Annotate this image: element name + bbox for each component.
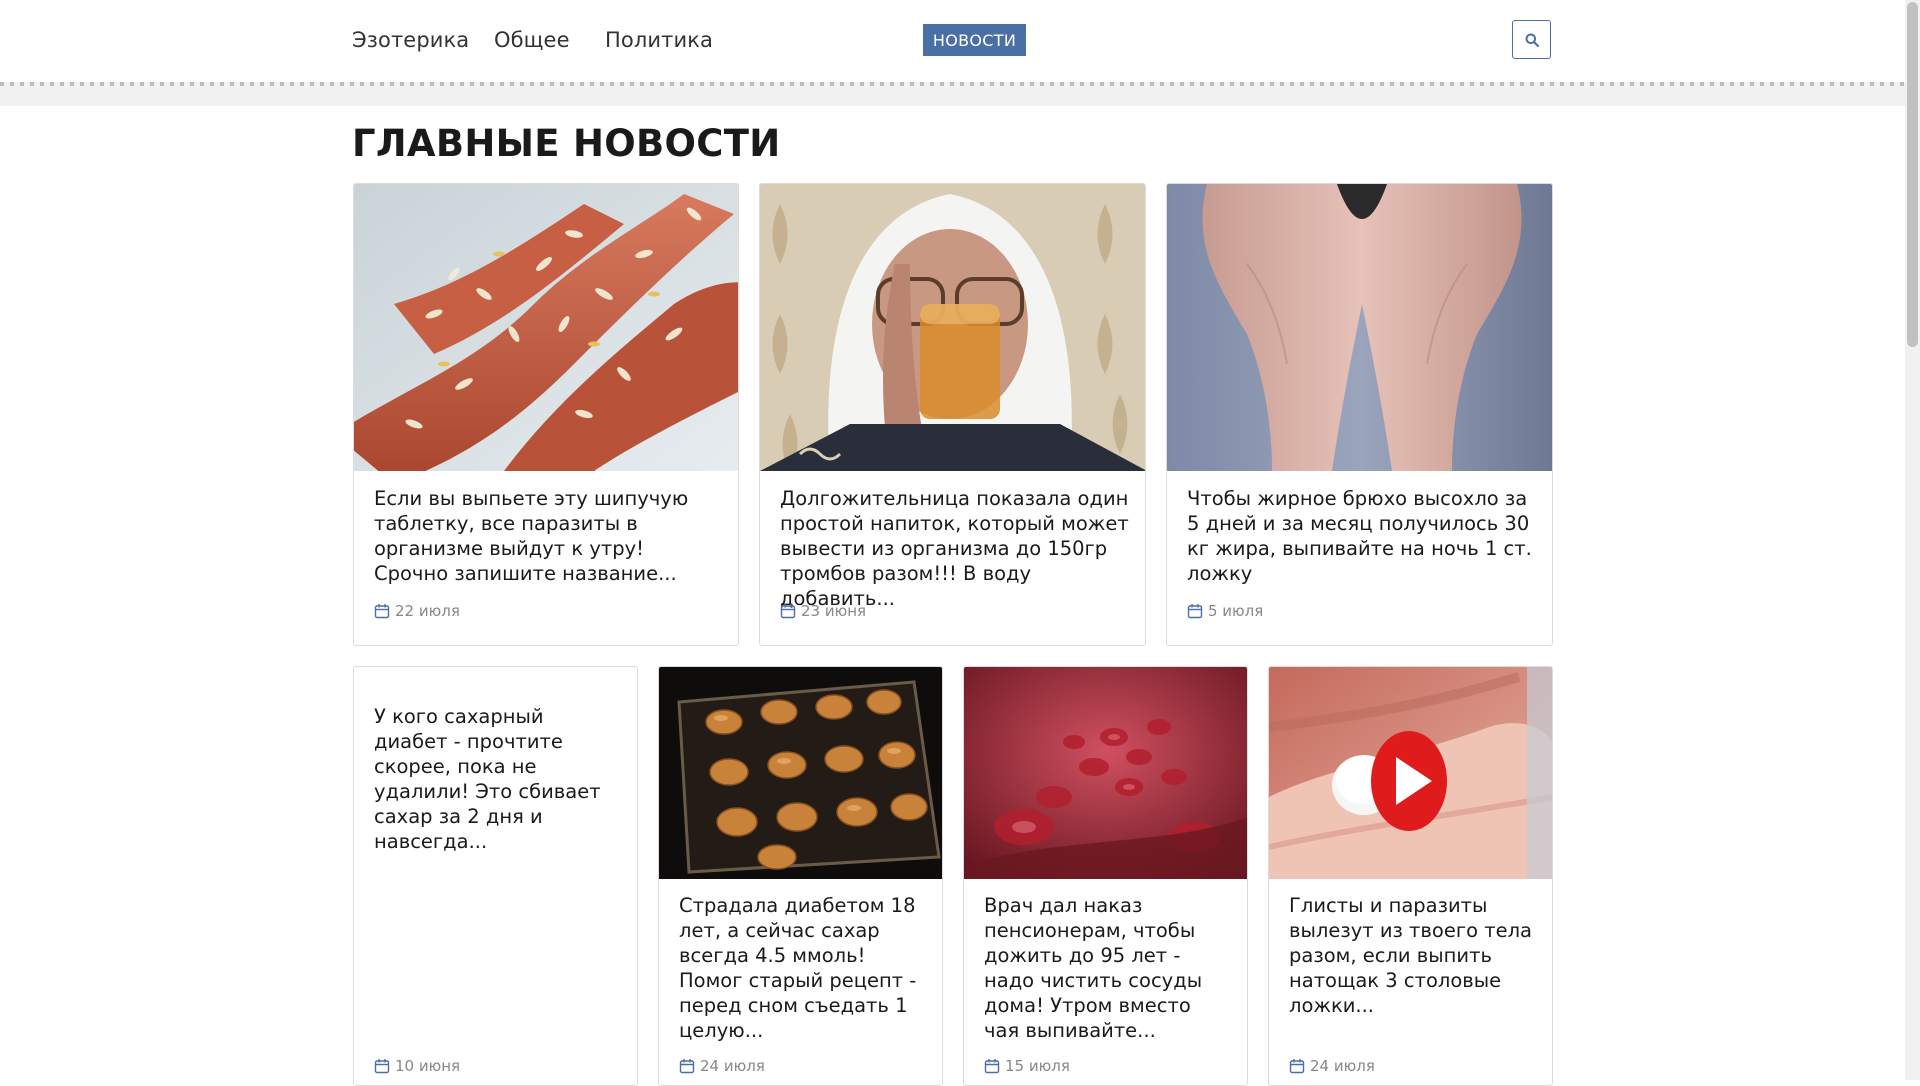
nav-link-esoterics[interactable]: Эзотерика: [352, 28, 469, 52]
news-card-title[interactable]: У кого сахарный диабет - прочтите скорее…: [374, 704, 621, 854]
news-card-date: 22 июля: [374, 602, 460, 620]
news-image-blood-cells[interactable]: [964, 667, 1247, 879]
calendar-icon: [984, 1059, 1000, 1074]
news-card-date: 24 июля: [1289, 1057, 1375, 1075]
news-card-title[interactable]: Долгожительница показала один простой на…: [780, 486, 1129, 611]
news-card-date: 15 июля: [984, 1057, 1070, 1075]
scrollbar-thumb[interactable]: [1907, 2, 1918, 347]
news-card-title[interactable]: Чтобы жирное брюхо высохло за 5 дней и з…: [1187, 486, 1536, 586]
nav-link-general[interactable]: Общее: [494, 28, 570, 52]
news-card-date-text: 10 июня: [395, 1057, 461, 1075]
search-icon: [1525, 33, 1539, 47]
news-card-date: 10 июня: [374, 1057, 460, 1075]
news-card-title[interactable]: Глисты и паразиты вылезут из твоего тела…: [1289, 893, 1536, 1018]
calendar-icon: [374, 604, 390, 619]
play-icon[interactable]: [1371, 731, 1447, 831]
news-image-buns-tray[interactable]: [659, 667, 942, 879]
news-image-parasites[interactable]: [354, 184, 738, 471]
news-card-date-text: 15 июля: [1005, 1057, 1070, 1075]
news-image-pill-hand-video[interactable]: [1269, 667, 1552, 879]
news-card-date: 24 июля: [679, 1057, 765, 1075]
nav-link-politics[interactable]: Политика: [605, 28, 713, 52]
news-card-date: 5 июля: [1187, 602, 1263, 620]
news-card[interactable]: Чтобы жирное брюхо высохло за 5 дней и з…: [1166, 183, 1553, 646]
news-card-date-text: 22 июля: [395, 602, 460, 620]
section-title: ГЛАВНЫЕ НОВОСТИ: [352, 122, 781, 165]
news-card[interactable]: Страдала диабетом 18 лет, а сейчас сахар…: [658, 666, 943, 1086]
top-navigation: Эзотерика Общее Политика НОВОСТИ: [0, 0, 1905, 84]
news-card[interactable]: У кого сахарный диабет - прочтите скорее…: [353, 666, 638, 1086]
calendar-icon: [679, 1059, 695, 1074]
calendar-icon: [374, 1059, 390, 1074]
news-card-date-text: 23 июня: [801, 602, 867, 620]
news-image-elderly-woman-drinking[interactable]: [760, 184, 1145, 471]
calendar-icon: [1289, 1059, 1305, 1074]
news-image-thighs[interactable]: [1167, 184, 1552, 471]
news-card[interactable]: Глисты и паразиты вылезут из твоего тела…: [1268, 666, 1553, 1086]
calendar-icon: [780, 604, 796, 619]
search-button[interactable]: [1512, 20, 1551, 59]
news-card-date-text: 24 июля: [1310, 1057, 1375, 1075]
news-button[interactable]: НОВОСТИ: [923, 24, 1026, 56]
page-scrollbar[interactable]: [1905, 0, 1920, 1080]
news-card-date-text: 24 июля: [700, 1057, 765, 1075]
news-card-title[interactable]: Если вы выпьете эту шипучую таблетку, вс…: [374, 486, 722, 586]
news-card-date: 23 июня: [780, 602, 866, 620]
news-card-date-text: 5 июля: [1208, 602, 1264, 620]
calendar-icon: [1187, 604, 1203, 619]
news-card[interactable]: Если вы выпьете эту шипучую таблетку, вс…: [353, 183, 739, 646]
news-card[interactable]: Врач дал наказ пенсионерам, чтобы дожить…: [963, 666, 1248, 1086]
news-card-title[interactable]: Страдала диабетом 18 лет, а сейчас сахар…: [679, 893, 926, 1043]
header-divider: [0, 82, 1905, 106]
news-card[interactable]: Долгожительница показала один простой на…: [759, 183, 1146, 646]
news-card-title[interactable]: Врач дал наказ пенсионерам, чтобы дожить…: [984, 893, 1231, 1043]
